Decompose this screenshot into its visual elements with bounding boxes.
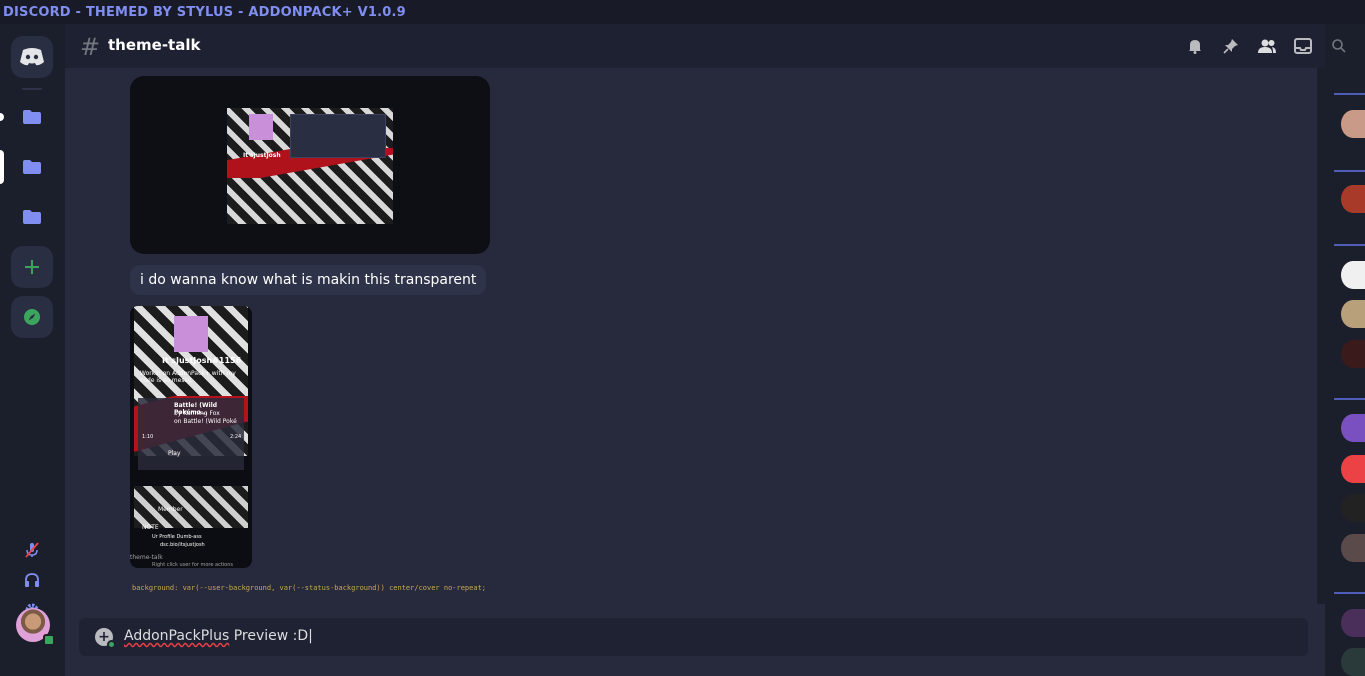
member-group-separator	[1334, 170, 1365, 172]
folder-icon	[23, 160, 41, 174]
folder-icon	[23, 210, 41, 224]
pin-icon	[1223, 39, 1238, 54]
member-avatar[interactable]	[1341, 340, 1365, 368]
bio-line-1: Ur Profile Dumb-ass	[152, 534, 202, 540]
attachment-status: Workin on AddonPack+ with my code is so …	[140, 370, 236, 384]
bio-line-2: dsc.bio/itsjustjosh	[160, 542, 205, 548]
server-folder-2[interactable]	[11, 146, 53, 188]
chat-scrollbar[interactable]	[1317, 68, 1325, 604]
member-group-separator	[1334, 244, 1365, 246]
upload-badge	[107, 640, 116, 649]
song-album: on Battle! (Wild Poké	[174, 418, 237, 425]
server-folder-1[interactable]	[11, 96, 53, 138]
members-icon	[1258, 39, 1276, 53]
spotify-card-thumbnail	[290, 114, 386, 158]
bell-icon	[1189, 40, 1201, 54]
add-server-button[interactable]	[11, 246, 53, 288]
member-group-separator	[1334, 592, 1365, 594]
song-elapsed: 1:10	[142, 434, 154, 440]
notifications-button[interactable]	[1185, 36, 1205, 56]
server-folder-3[interactable]	[11, 196, 53, 238]
plus-icon	[25, 260, 39, 274]
code-snippet: background: var(--user-background, var(-…	[132, 584, 487, 592]
server-sidebar	[0, 24, 65, 676]
channel-header: # theme-talk	[65, 24, 1346, 68]
channel-label: theme-talk	[130, 554, 163, 561]
member-avatar[interactable]	[1341, 300, 1365, 328]
window-title: DISCORD - THEMED BY STYLUS - ADDONPACK+ …	[3, 4, 406, 20]
profile-avatar-thumbnail	[174, 316, 208, 352]
attachment-pattern	[134, 486, 248, 528]
inbox-button[interactable]	[1293, 36, 1313, 56]
song-total: 2:24	[230, 434, 242, 440]
message-composer[interactable]: + AddonPackPlus Preview :D|	[79, 618, 1308, 656]
member-list	[1326, 68, 1365, 676]
play-label: Play	[168, 450, 181, 457]
discord-logo-icon	[20, 48, 44, 66]
member-group-separator	[1334, 93, 1365, 95]
text-channel-icon: #	[80, 33, 101, 61]
member-avatar[interactable]	[1341, 609, 1365, 637]
member-avatar[interactable]	[1341, 185, 1365, 213]
compass-icon	[24, 309, 40, 325]
message-input[interactable]: AddonPackPlus Preview :D|	[124, 628, 313, 644]
member-avatar[interactable]	[1341, 261, 1365, 289]
profile-avatar-thumbnail	[249, 114, 273, 140]
mute-button[interactable]	[22, 540, 42, 560]
misspelled-word: AddonPackPlus	[124, 628, 230, 644]
attachment-username: It'sJustJosh	[243, 152, 281, 159]
channel-name: theme-talk	[108, 36, 201, 54]
member-avatar[interactable]	[1341, 110, 1365, 138]
inbox-icon	[1294, 38, 1312, 54]
member-avatar[interactable]	[1341, 414, 1365, 442]
member-avatar[interactable]	[1341, 534, 1365, 562]
online-status-indicator	[43, 634, 55, 646]
message-text: i do wanna know what is makin this trans…	[130, 265, 487, 295]
image-attachment-1[interactable]: It'sJustJosh	[130, 76, 490, 254]
unread-indicator	[0, 113, 4, 121]
input-value-rest: Preview :D	[229, 628, 309, 644]
home-button[interactable]	[11, 36, 53, 78]
image-attachment-2[interactable]: It'sJustJosh#1156 Workin on AddonPack+ w…	[130, 306, 252, 568]
context-hint: Right click user for more actions	[152, 562, 234, 568]
deafen-button[interactable]	[22, 570, 42, 590]
member-avatar[interactable]	[1341, 648, 1365, 676]
member-avatar[interactable]	[1341, 494, 1365, 522]
song-artist: by Kunning Fox	[174, 410, 220, 417]
microphone-muted-icon	[25, 542, 39, 558]
search-icon	[1332, 39, 1346, 53]
pinned-messages-button[interactable]	[1221, 36, 1241, 56]
chat-area: # theme-talk It'sJustJosh i do wanna kno…	[65, 24, 1346, 676]
note-label: NOTE	[142, 524, 159, 531]
folder-icon	[23, 110, 41, 124]
search-button[interactable]	[1329, 36, 1349, 56]
headphones-icon	[25, 573, 39, 587]
member-label: Member	[158, 506, 183, 513]
member-group-separator	[1334, 398, 1365, 400]
attachment-username: It'sJustJosh#1156	[162, 356, 242, 365]
guild-separator	[22, 88, 42, 90]
explore-servers-button[interactable]	[11, 296, 53, 338]
member-avatar[interactable]	[1341, 455, 1365, 483]
member-list-button[interactable]	[1257, 36, 1277, 56]
window-titlebar: DISCORD - THEMED BY STYLUS - ADDONPACK+ …	[0, 0, 1365, 24]
selected-indicator	[0, 150, 4, 184]
